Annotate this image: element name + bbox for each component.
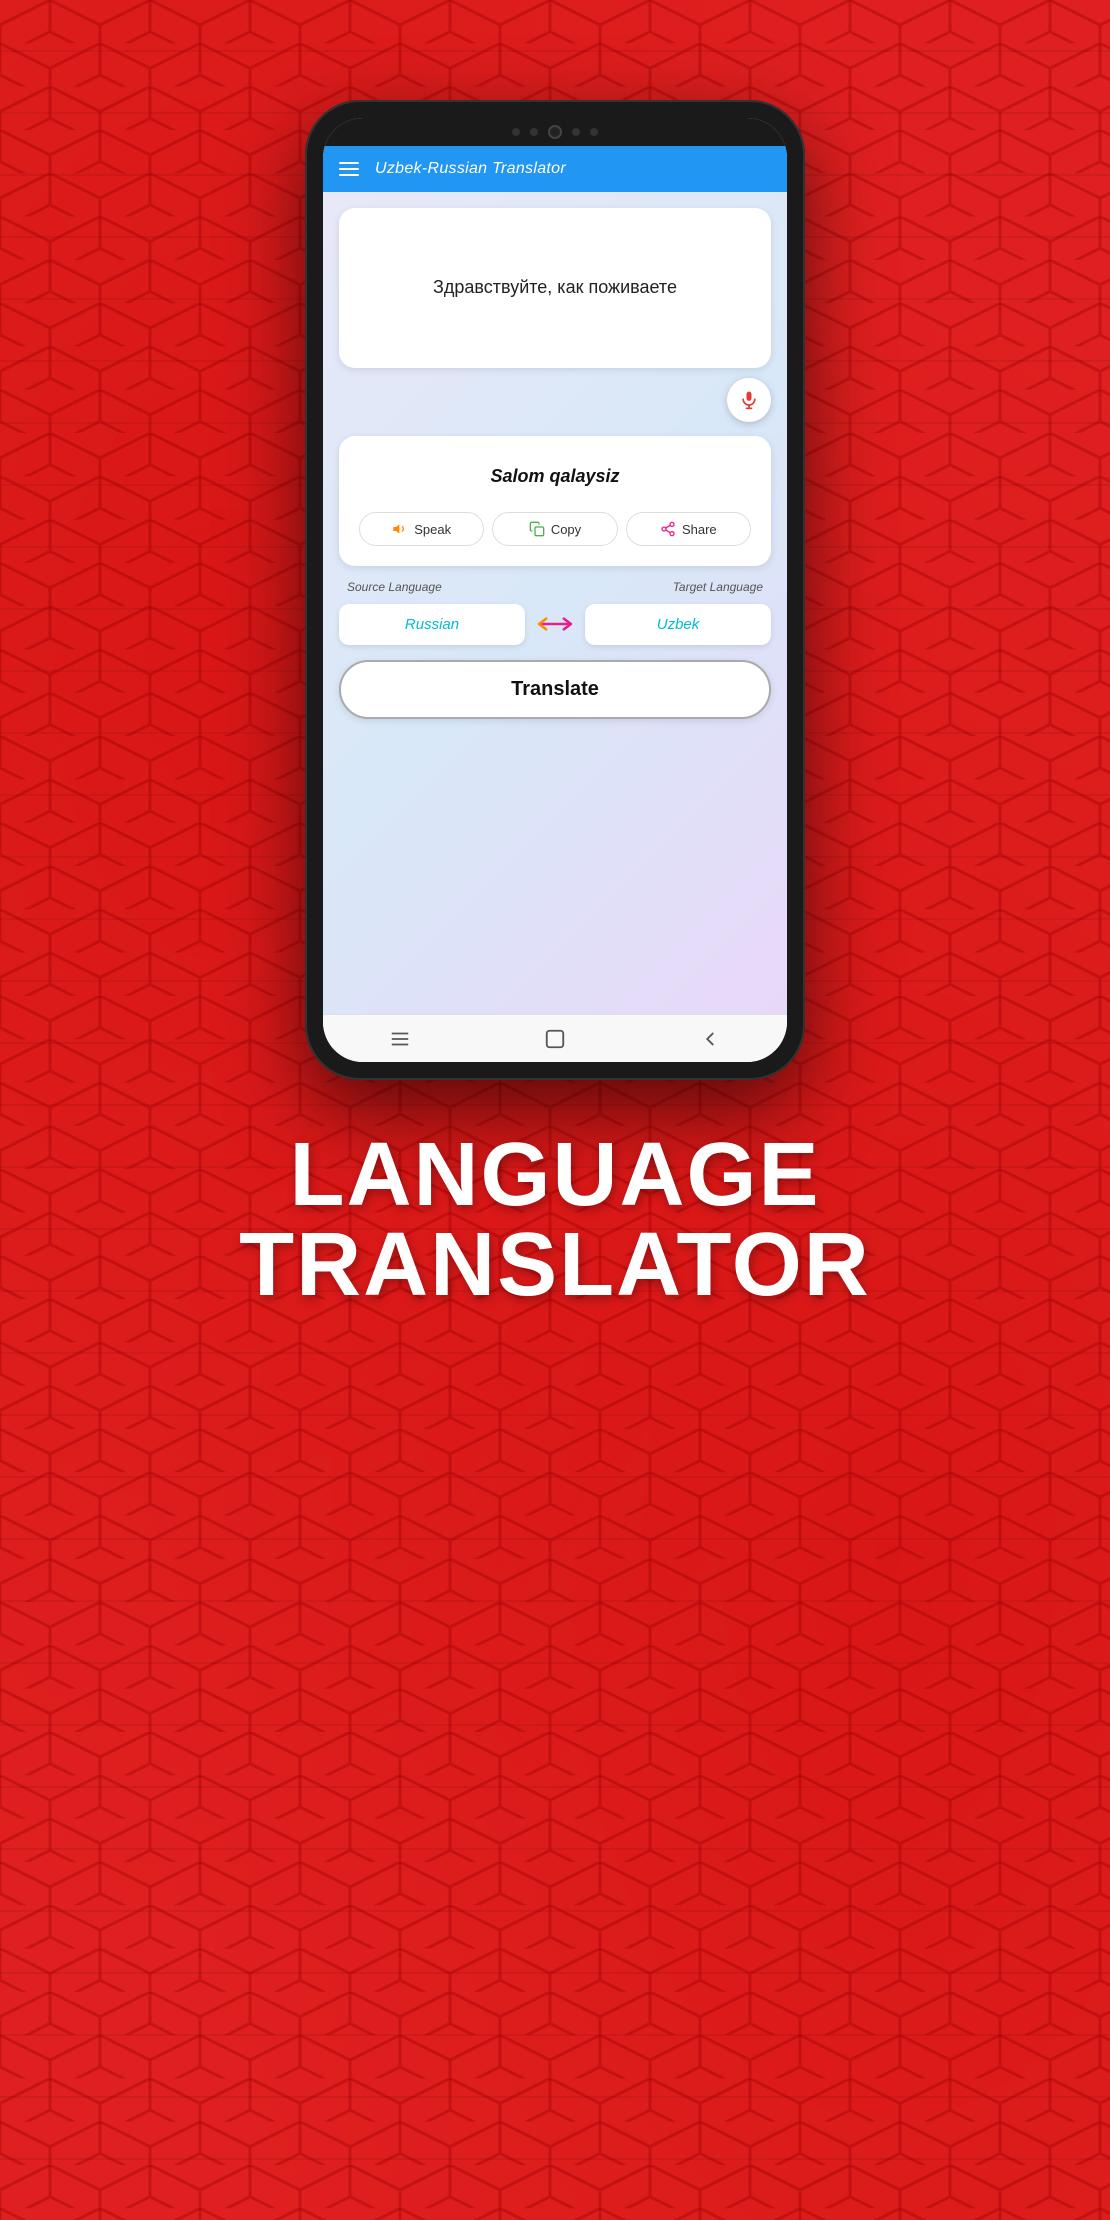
app-header: Uzbek-Russian Translator <box>323 146 787 192</box>
target-language-text: Uzbek <box>657 616 700 633</box>
input-text: Здравствуйте, как поживаете <box>433 275 677 300</box>
language-labels: Source Language Target Language <box>339 580 771 594</box>
hamburger-button[interactable] <box>339 162 359 176</box>
language-row: Russian Uzbek <box>339 602 771 646</box>
camera-dot-center-right <box>572 128 580 136</box>
swap-button[interactable] <box>533 602 577 646</box>
input-card[interactable]: Здравствуйте, как поживаете <box>339 208 771 368</box>
camera-dot-center-left <box>530 128 538 136</box>
bottom-nav <box>323 1014 787 1062</box>
mic-icon <box>739 390 759 410</box>
copy-label: Copy <box>551 522 581 537</box>
action-buttons: Speak Copy <box>359 512 751 546</box>
target-language-label: Target Language <box>673 580 763 594</box>
language-section: Source Language Target Language Russian <box>339 580 771 646</box>
hamburger-line-3 <box>339 174 359 176</box>
source-language-button[interactable]: Russian <box>339 604 525 645</box>
share-label: Share <box>682 522 717 537</box>
mic-button-wrapper <box>339 378 771 422</box>
source-language-text: Russian <box>405 616 459 633</box>
bottom-text-section: LANGUAGE TRANSLATOR <box>239 1130 871 1310</box>
phone-mockup: Uzbek-Russian Translator Здравствуйте, к… <box>305 100 805 1080</box>
share-icon <box>660 521 676 537</box>
app-title: Uzbek-Russian Translator <box>375 160 566 178</box>
share-button[interactable]: Share <box>626 512 751 546</box>
nav-home-icon[interactable] <box>544 1028 566 1050</box>
phone-screen: Uzbek-Russian Translator Здравствуйте, к… <box>323 118 787 1062</box>
phone-camera-bar <box>323 118 787 146</box>
target-language-button[interactable]: Uzbek <box>585 604 771 645</box>
camera-main <box>548 125 562 139</box>
bottom-title-line1: LANGUAGE <box>239 1130 871 1220</box>
app-content: Здравствуйте, как поживаете <box>323 192 787 1014</box>
output-card: Salom qalaysiz Speak <box>339 436 771 566</box>
speak-label: Speak <box>414 522 451 537</box>
bottom-title-line2: TRANSLATOR <box>239 1220 871 1310</box>
output-text: Salom qalaysiz <box>359 456 751 496</box>
nav-menu-icon[interactable] <box>389 1028 411 1050</box>
speaker-icon <box>392 521 408 537</box>
swap-icon <box>537 614 573 634</box>
translate-button[interactable]: Translate <box>339 660 771 719</box>
source-language-label: Source Language <box>347 580 442 594</box>
copy-button[interactable]: Copy <box>492 512 617 546</box>
hamburger-line-1 <box>339 162 359 164</box>
camera-dot-left <box>512 128 520 136</box>
hamburger-line-2 <box>339 168 359 170</box>
mic-button[interactable] <box>727 378 771 422</box>
copy-icon <box>529 521 545 537</box>
nav-back-icon[interactable] <box>699 1028 721 1050</box>
camera-dot-right <box>590 128 598 136</box>
phone-body: Uzbek-Russian Translator Здравствуйте, к… <box>305 100 805 1080</box>
speak-button[interactable]: Speak <box>359 512 484 546</box>
